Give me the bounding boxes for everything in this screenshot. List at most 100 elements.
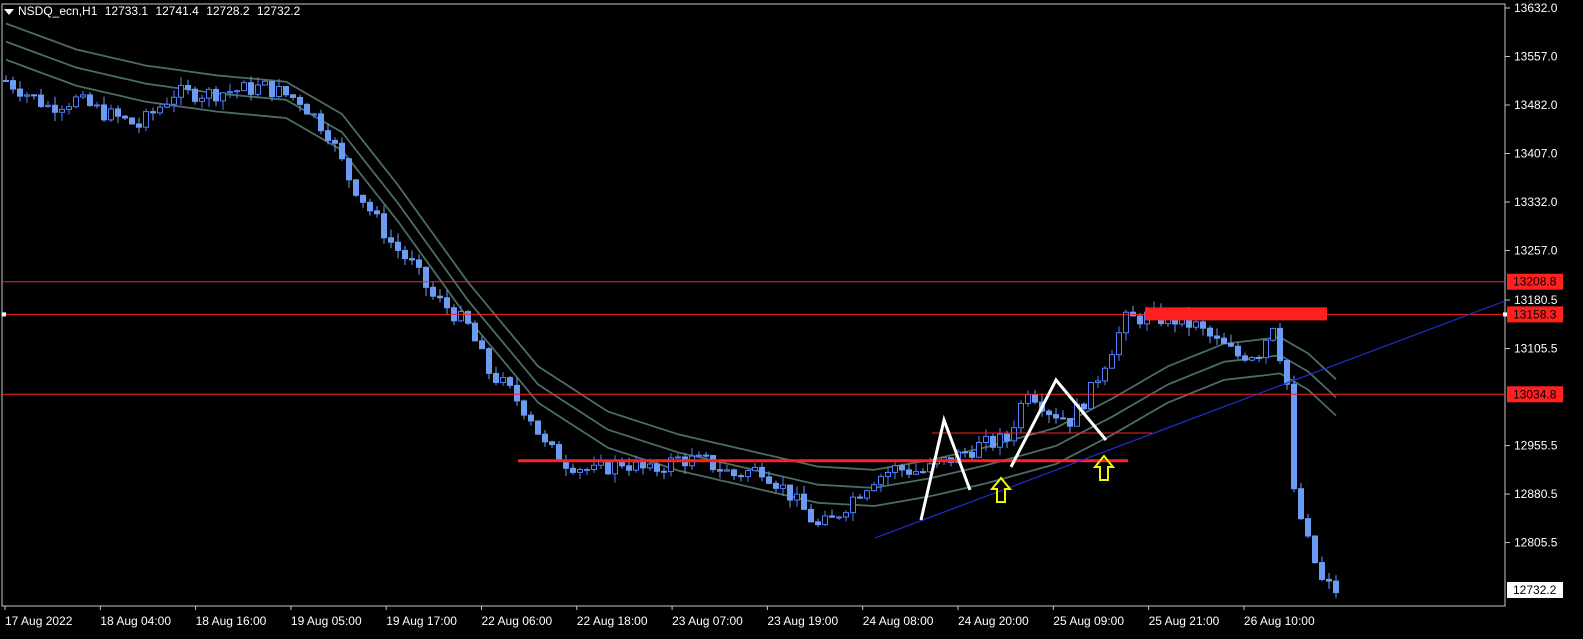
- candle-body: [73, 96, 79, 108]
- y-tick-label: 13105.5: [1514, 342, 1558, 356]
- candle-body: [612, 460, 618, 475]
- x-tick-label: 22 Aug 18:00: [577, 614, 648, 628]
- level-handle-left[interactable]: [2, 312, 6, 317]
- candle-body: [1277, 327, 1283, 362]
- resistance-zone-block[interactable]: [1145, 307, 1327, 321]
- candle-body: [731, 469, 737, 477]
- candle-body: [850, 496, 856, 514]
- candle-body: [514, 384, 520, 402]
- candle-body: [773, 482, 779, 489]
- candle-body: [1200, 321, 1206, 329]
- candle-body: [1270, 327, 1276, 341]
- candle-body: [640, 461, 646, 469]
- candle-body: [1242, 355, 1248, 361]
- candle-body: [486, 348, 492, 374]
- candle-body: [633, 461, 639, 471]
- x-tick-label: 23 Aug 19:00: [767, 614, 838, 628]
- candle-body: [1221, 337, 1227, 345]
- price-chart[interactable]: 13632.0 13557.0 13482.0 13407.0 13332.0 13257…: [0, 0, 1583, 639]
- candle-body: [395, 241, 401, 251]
- candle-body: [892, 465, 898, 473]
- candle-body: [759, 466, 765, 478]
- candle-body: [1312, 535, 1318, 564]
- trend-line[interactable]: [874, 300, 1506, 539]
- candle-body: [423, 266, 429, 288]
- candle-body: [367, 201, 373, 212]
- candle-body: [248, 82, 254, 95]
- x-tick-label: 23 Aug 07:00: [672, 614, 743, 628]
- candle-body: [66, 106, 72, 110]
- candle-body: [822, 515, 828, 526]
- candle-body: [59, 108, 65, 113]
- candle-body: [1102, 367, 1108, 382]
- candle-body: [122, 115, 128, 119]
- candle-body: [108, 108, 114, 121]
- candle-body: [549, 441, 555, 446]
- candle-body: [17, 88, 23, 97]
- candle-body: [500, 377, 506, 383]
- x-tick-label: 17 Aug 2022: [5, 614, 73, 628]
- candle-body: [1284, 360, 1290, 385]
- high-value: 12741.4: [155, 4, 199, 18]
- candle-body: [710, 455, 716, 471]
- candle-body: [766, 476, 772, 484]
- candle-body: [598, 461, 604, 466]
- candle-body: [521, 400, 527, 416]
- x-tick-label: 19 Aug 05:00: [291, 614, 362, 628]
- candle-body: [885, 471, 891, 477]
- candle-body: [227, 91, 233, 94]
- candle-body: [696, 454, 702, 457]
- candle-body: [185, 85, 191, 90]
- candle-body: [213, 88, 219, 102]
- candle-body: [878, 475, 884, 486]
- candle-body: [570, 467, 576, 473]
- candle-body: [31, 94, 37, 97]
- candle-body: [556, 444, 562, 462]
- candle-body: [1011, 427, 1017, 442]
- y-tick-label: 13557.0: [1514, 50, 1558, 64]
- candle-body: [24, 94, 30, 97]
- candle-body: [437, 295, 443, 299]
- level-handle-right[interactable]: [1503, 312, 1507, 317]
- dropdown-triangle-icon[interactable]: [4, 8, 14, 15]
- candle-body: [1207, 327, 1213, 337]
- price-level-label: 13208.8: [1513, 275, 1557, 289]
- candle-body: [94, 104, 100, 107]
- x-tick-label: 25 Aug 09:00: [1053, 614, 1124, 628]
- candle-body: [479, 340, 485, 350]
- candle-body: [528, 414, 534, 422]
- candle-body: [255, 84, 261, 95]
- candle-body: [269, 80, 275, 98]
- candle-body: [1228, 343, 1234, 347]
- candle-body: [409, 258, 415, 261]
- candle-body: [52, 104, 58, 113]
- candle-body: [1025, 394, 1031, 404]
- candle-body: [346, 158, 352, 181]
- candle-body: [983, 435, 989, 444]
- candle-body: [164, 103, 170, 108]
- x-tick-label: 22 Aug 06:00: [482, 614, 553, 628]
- candle-body: [969, 451, 975, 458]
- candle-body: [171, 96, 177, 105]
- candle-body: [80, 94, 86, 98]
- candle-body: [45, 104, 51, 107]
- y-tick-label: 12955.5: [1514, 439, 1558, 453]
- candle-body: [542, 433, 548, 443]
- candle-body: [276, 86, 282, 98]
- y-tick-label: 13482.0: [1514, 98, 1558, 112]
- candle-body: [493, 372, 499, 383]
- low-value: 12728.2: [206, 4, 250, 18]
- candle-body: [738, 475, 744, 478]
- candle-body: [507, 377, 513, 386]
- candle-body: [220, 92, 226, 102]
- candle-body: [3, 79, 9, 82]
- candle-body: [416, 259, 422, 268]
- candle-body: [584, 468, 590, 471]
- candle-body: [976, 442, 982, 458]
- candle-body: [675, 456, 681, 459]
- candle-body: [101, 104, 107, 121]
- candle-body: [297, 96, 303, 105]
- candle-body: [857, 496, 863, 499]
- candle-body: [535, 420, 541, 435]
- candle-body: [1123, 311, 1129, 334]
